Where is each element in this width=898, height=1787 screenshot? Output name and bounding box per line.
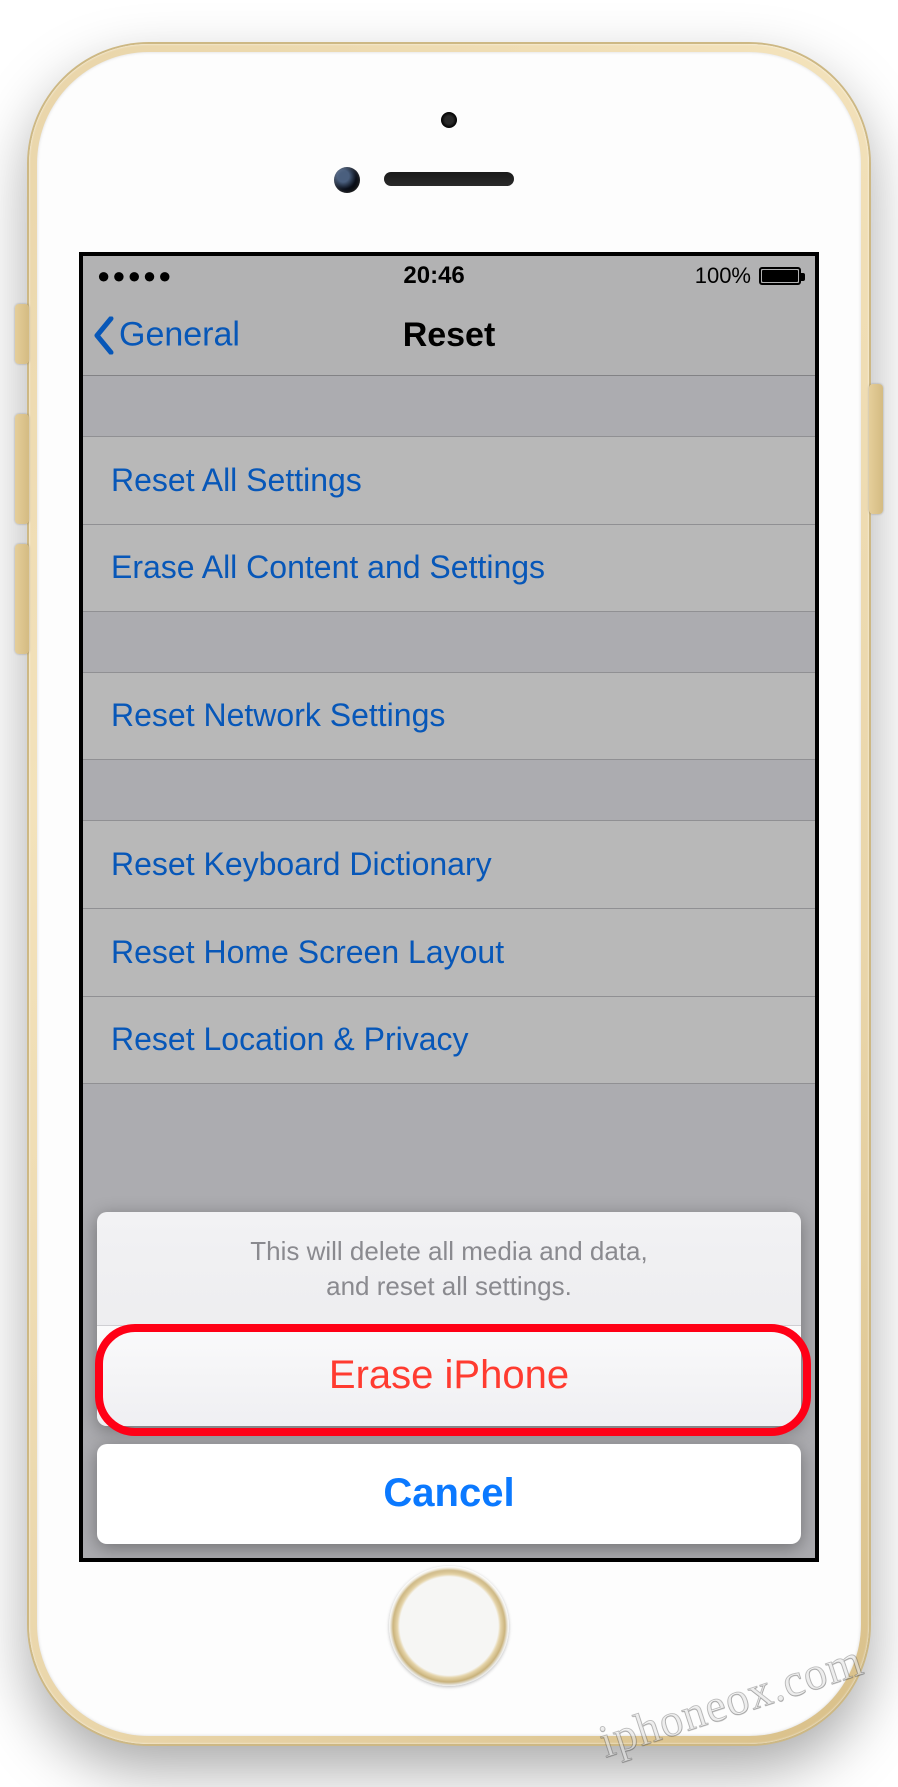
page-title: Reset — [403, 316, 496, 355]
cell-label: Reset All Settings — [111, 462, 362, 499]
phone-bezel: ●●●●● 20:46 100% General Reset — [37, 52, 861, 1736]
cell-reset-keyboard[interactable]: Reset Keyboard Dictionary — [83, 820, 815, 908]
cell-reset-all-settings[interactable]: Reset All Settings — [83, 436, 815, 524]
back-button[interactable]: General — [93, 316, 240, 355]
cell-label: Reset Keyboard Dictionary — [111, 846, 492, 883]
power-button — [869, 384, 883, 514]
settings-group: Reset Keyboard Dictionary Reset Home Scr… — [83, 820, 815, 1084]
home-button[interactable] — [389, 1566, 509, 1686]
action-sheet-panel: This will delete all media and data, and… — [97, 1212, 801, 1425]
cell-label: Reset Network Settings — [111, 697, 445, 734]
action-sheet-cancel-panel: Cancel — [97, 1444, 801, 1544]
battery-icon — [759, 267, 801, 285]
cell-label: Reset Home Screen Layout — [111, 934, 504, 971]
chevron-left-icon — [93, 316, 115, 354]
phone-frame: ●●●●● 20:46 100% General Reset — [29, 44, 869, 1744]
status-bar: ●●●●● 20:46 100% — [83, 256, 815, 296]
battery-percentage: 100% — [695, 263, 751, 289]
cancel-button[interactable]: Cancel — [97, 1444, 801, 1544]
earpiece-icon — [384, 172, 514, 186]
back-label: General — [119, 316, 240, 355]
front-camera-icon — [334, 167, 360, 193]
erase-iphone-button[interactable]: Erase iPhone — [97, 1326, 801, 1426]
navigation-bar: General Reset — [83, 296, 815, 376]
action-sheet: This will delete all media and data, and… — [97, 1212, 801, 1543]
proximity-sensor-icon — [441, 112, 457, 128]
cell-reset-network[interactable]: Reset Network Settings — [83, 672, 815, 760]
cancel-label: Cancel — [383, 1471, 514, 1516]
action-sheet-message: This will delete all media and data, and… — [97, 1212, 801, 1325]
cell-reset-home-layout[interactable]: Reset Home Screen Layout — [83, 908, 815, 996]
cell-label: Erase All Content and Settings — [111, 549, 545, 586]
cell-label: Reset Location & Privacy — [111, 1021, 469, 1058]
status-time: 20:46 — [403, 262, 464, 290]
erase-iphone-label: Erase iPhone — [329, 1353, 569, 1398]
cell-erase-all-content[interactable]: Erase All Content and Settings — [83, 524, 815, 612]
signal-strength-icon: ●●●●● — [97, 263, 173, 289]
ring-silent-switch — [15, 304, 29, 364]
screen: ●●●●● 20:46 100% General Reset — [79, 252, 819, 1562]
settings-group: Reset All Settings Erase All Content and… — [83, 436, 815, 612]
volume-down-button — [15, 544, 29, 654]
cell-reset-location-privacy[interactable]: Reset Location & Privacy — [83, 996, 815, 1084]
volume-up-button — [15, 414, 29, 524]
settings-group: Reset Network Settings — [83, 672, 815, 760]
